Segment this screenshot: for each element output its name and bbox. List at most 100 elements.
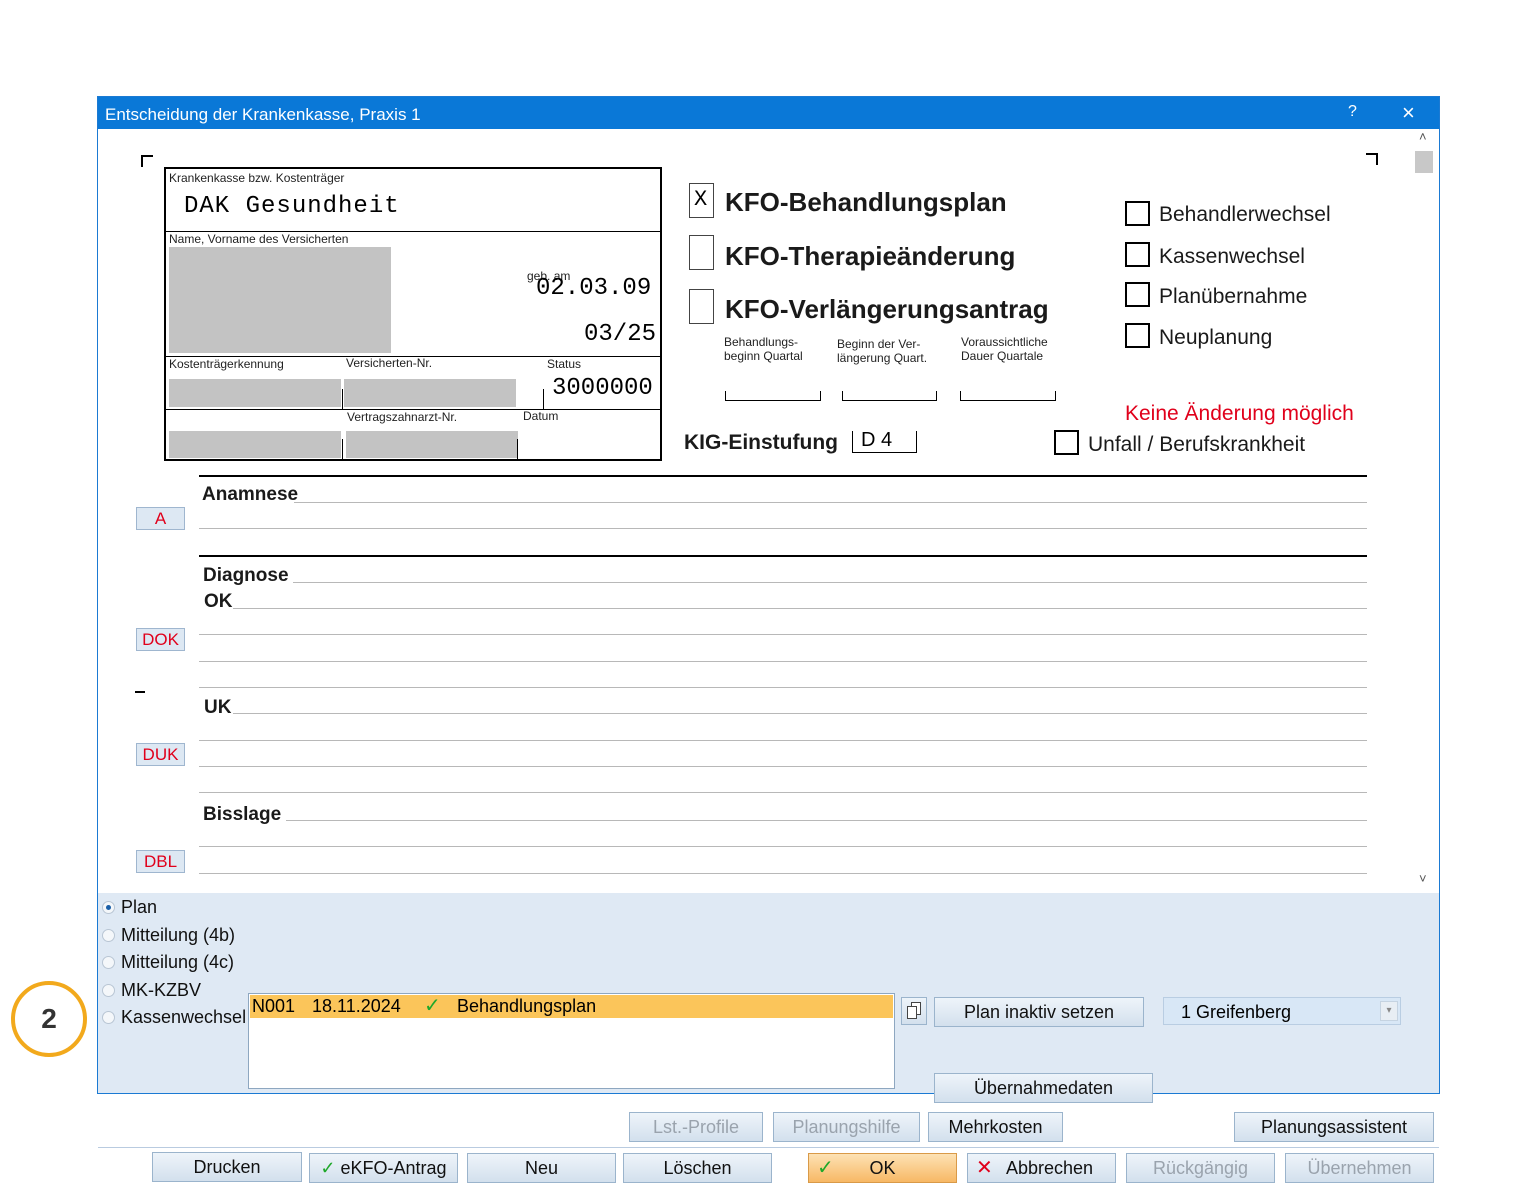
- zahnarzt-redacted-2: [346, 431, 518, 458]
- anamnese-title: Anamnese: [202, 484, 299, 505]
- text-line: [293, 582, 1367, 583]
- tick: [342, 389, 343, 409]
- ok-label: OK: [869, 1158, 896, 1178]
- quarter-field-2[interactable]: [842, 391, 937, 401]
- lst-profile-button[interactable]: Lst.-Profile: [629, 1112, 763, 1142]
- text-line: [199, 846, 1367, 847]
- radio-mitteilung-4c-label[interactable]: Mitteilung (4c): [121, 952, 234, 973]
- check-icon: ✓: [424, 995, 441, 1017]
- dbl-button[interactable]: DBL: [136, 850, 185, 873]
- radio-plan[interactable]: [102, 901, 115, 914]
- valid-value: 03/25: [584, 321, 657, 348]
- name-redacted: [169, 247, 391, 353]
- corner-mark-tr: [1366, 153, 1378, 165]
- window-title: Entscheidung der Krankenkasse, Praxis 1: [105, 105, 421, 124]
- chevron-down-icon[interactable]: ▾: [1380, 1001, 1398, 1021]
- kassenwechsel-checkbox[interactable]: [1125, 242, 1150, 267]
- scroll-thumb[interactable]: [1415, 151, 1433, 173]
- kig-value: D 4: [861, 429, 893, 451]
- abbrechen-label: Abbrechen: [1005, 1158, 1094, 1178]
- uebernehmen-button[interactable]: Übernehmen: [1285, 1153, 1434, 1183]
- mehrkosten-button[interactable]: Mehrkosten: [928, 1112, 1063, 1142]
- text-line: [199, 873, 1367, 874]
- quarter-field-3[interactable]: [960, 391, 1056, 401]
- unfall-label: Unfall / Berufskrankheit: [1088, 433, 1306, 456]
- text-line: [199, 528, 1367, 529]
- quarter-col1-label: Behandlungs- beginn Quartal: [724, 335, 803, 363]
- drucken-button[interactable]: Drucken: [152, 1152, 302, 1182]
- kostentraeger-redacted: [169, 379, 341, 407]
- rueckgaengig-button[interactable]: Rückgängig: [1126, 1153, 1275, 1183]
- ok-title: OK: [204, 591, 233, 612]
- scroll-down-icon[interactable]: ˅: [1419, 871, 1427, 886]
- radio-mk-kzbv-label[interactable]: MK-KZBV: [121, 980, 201, 1001]
- uebernahmedaten-button[interactable]: Übernahmedaten: [934, 1073, 1153, 1103]
- copy-icon[interactable]: [901, 997, 927, 1025]
- close-button[interactable]: ×: [1402, 100, 1415, 126]
- radio-plan-label[interactable]: Plan: [121, 897, 157, 918]
- plan-list[interactable]: N001 18.11.2024 ✓ Behandlungsplan: [248, 993, 895, 1089]
- radio-kassenwechsel[interactable]: [102, 1011, 115, 1024]
- text-line: [286, 820, 1367, 821]
- vertical-scrollbar[interactable]: ˄ ˅: [1413, 129, 1437, 889]
- title-bar: Entscheidung der Krankenkasse, Praxis 1 …: [98, 97, 1439, 129]
- planungsassistent-button[interactable]: Planungsassistent: [1234, 1112, 1434, 1142]
- text-line: [199, 792, 1367, 793]
- plan-code: N001: [252, 996, 296, 1016]
- kig-field[interactable]: D 4: [852, 429, 917, 453]
- abbrechen-button[interactable]: ✕ Abbrechen: [967, 1153, 1116, 1183]
- kfo-behandlungsplan-checkbox[interactable]: X: [689, 183, 714, 218]
- kfo-verlaengerung-checkbox[interactable]: [689, 289, 714, 324]
- help-button[interactable]: ?: [1348, 103, 1357, 121]
- zahnarzt-redacted-1: [169, 431, 341, 458]
- neuplanung-checkbox[interactable]: [1125, 323, 1150, 348]
- scroll-up-icon[interactable]: ˄: [1419, 129, 1427, 144]
- plan-row[interactable]: N001 18.11.2024 ✓ Behandlungsplan: [250, 995, 893, 1018]
- uk-title: UK: [204, 697, 232, 718]
- neu-button[interactable]: Neu: [467, 1153, 616, 1183]
- unfall-checkbox[interactable]: [1054, 430, 1079, 455]
- loeschen-button[interactable]: Löschen: [623, 1153, 772, 1183]
- radio-mitteilung-4c[interactable]: [102, 956, 115, 969]
- kasse-label: Krankenkasse bzw. Kostenträger: [169, 171, 345, 185]
- tick: [543, 389, 544, 409]
- radio-mitteilung-4b[interactable]: [102, 929, 115, 942]
- dok-button[interactable]: DOK: [136, 628, 185, 651]
- section-rule: [199, 475, 1367, 477]
- text-line: [199, 687, 1367, 688]
- kfo-verlaengerung-label: KFO-Verlängerungsantrag: [725, 294, 1049, 324]
- status-value: 3000000: [552, 375, 653, 402]
- kfo-therapieaenderung-checkbox[interactable]: [689, 235, 714, 270]
- planungshilfe-button[interactable]: Planungshilfe: [773, 1112, 920, 1142]
- kassenwechsel-label: Kassenwechsel: [1159, 245, 1305, 268]
- close-icon: ✕: [976, 1157, 993, 1179]
- bottom-panel: Plan Mitteilung (4b) Mitteilung (4c) MK-…: [98, 893, 1439, 1183]
- ekfo-antrag-button[interactable]: ✓ eKFO-Antrag: [309, 1153, 458, 1183]
- kfo-therapieaenderung-label: KFO-Therapieänderung: [725, 241, 1016, 271]
- planuebernahme-label: Planübernahme: [1159, 285, 1308, 308]
- behandlerwechsel-checkbox[interactable]: [1125, 201, 1150, 226]
- quarter-col2-label: Beginn der Ver- längerung Quart.: [837, 337, 928, 365]
- versicherten-label: Versicherten-Nr.: [346, 356, 433, 370]
- anamnese-button[interactable]: A: [136, 507, 185, 530]
- insurance-card: Krankenkasse bzw. Kostenträger DAK Gesun…: [164, 167, 662, 461]
- quarter-field-1[interactable]: [725, 391, 821, 401]
- location-select[interactable]: 1 Greifenberg ▾: [1163, 997, 1401, 1025]
- ok-button[interactable]: ✓ OK: [808, 1153, 957, 1183]
- radio-mitteilung-4b-label[interactable]: Mitteilung (4b): [121, 925, 235, 946]
- tick: [517, 439, 518, 459]
- radio-mk-kzbv[interactable]: [102, 984, 115, 997]
- tick: [342, 439, 343, 459]
- plan-inaktiv-button[interactable]: Plan inaktiv setzen: [934, 997, 1144, 1027]
- planuebernahme-checkbox[interactable]: [1125, 282, 1150, 307]
- plan-name: Behandlungsplan: [457, 996, 597, 1016]
- dialog-window: Entscheidung der Krankenkasse, Praxis 1 …: [97, 96, 1440, 1183]
- radio-kassenwechsel-label[interactable]: Kassenwechsel: [121, 1007, 246, 1028]
- quarter-col3-label: Voraussichtliche Dauer Quartale: [961, 335, 1048, 363]
- diagnose-title: Diagnose: [203, 565, 289, 586]
- duk-button[interactable]: DUK: [136, 743, 185, 766]
- kostentraeger-label: Kostenträgerkennung: [169, 357, 284, 371]
- check-icon: ✓: [817, 1157, 834, 1179]
- status-label: Status: [547, 357, 582, 371]
- check-icon: ✓: [320, 1158, 336, 1178]
